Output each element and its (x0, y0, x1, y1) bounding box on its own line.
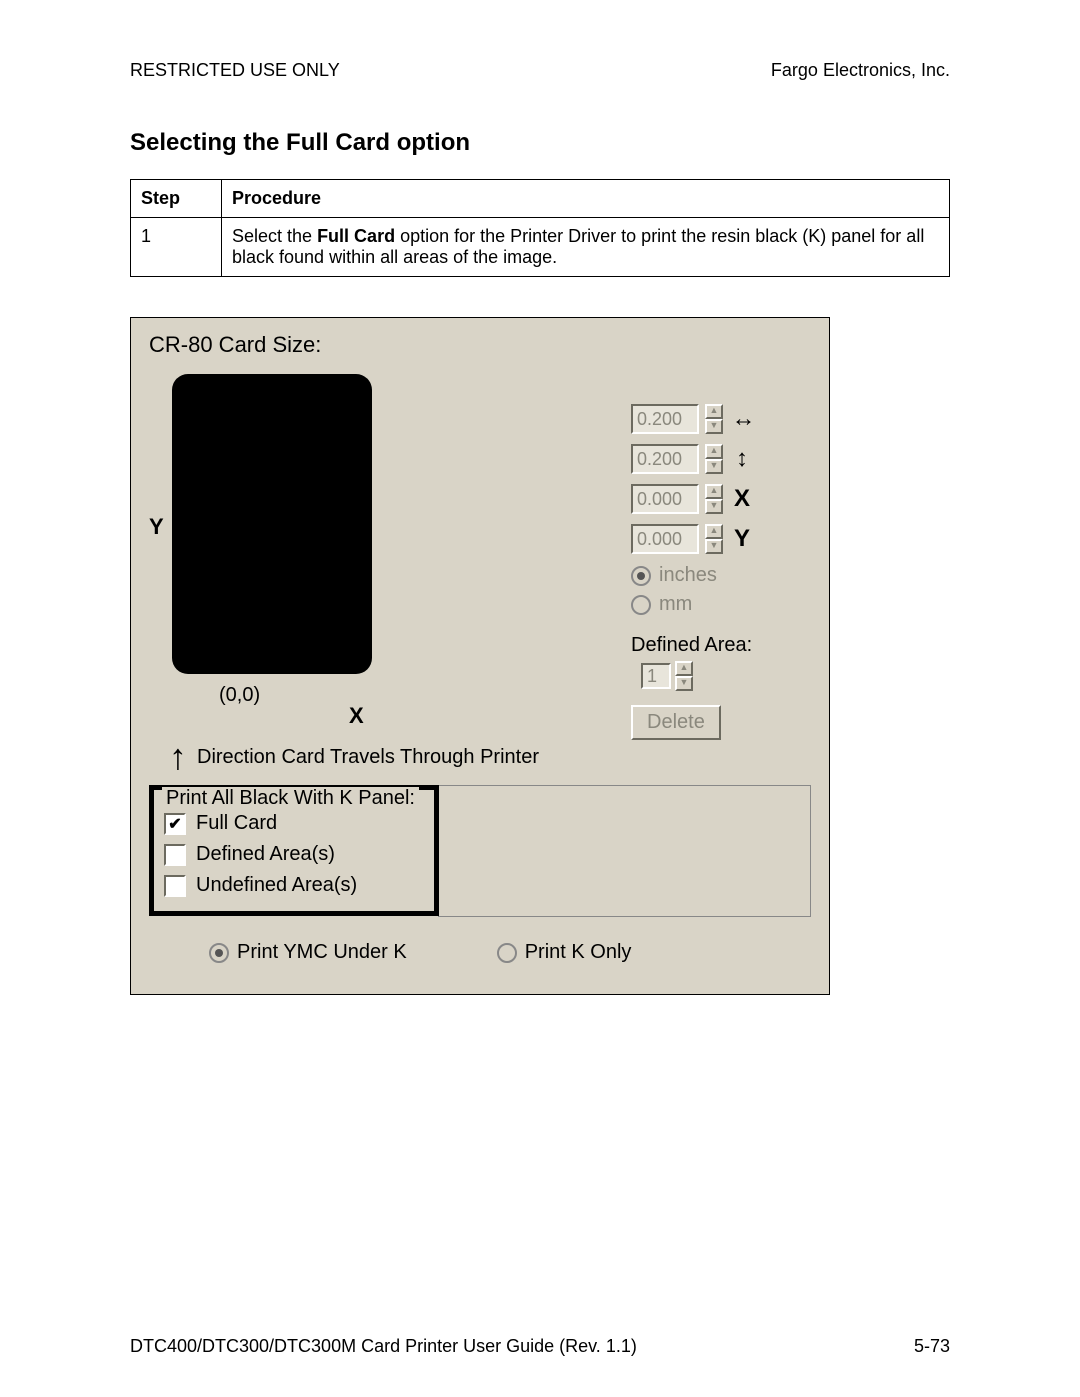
checkbox-undefined-areas[interactable]: Undefined Area(s) (164, 874, 424, 897)
th-step: Step (131, 180, 222, 218)
width-field[interactable]: 0.200 (631, 404, 699, 434)
defined-area-spinner[interactable]: ▲▼ (675, 661, 693, 691)
radio-icon (631, 595, 651, 615)
kpanel-legend: Print All Black With K Panel: (162, 787, 419, 810)
height-spinner[interactable]: ▲▼ (705, 444, 723, 474)
printer-dialog: CR-80 Card Size: Y (0,0) X ↑ Direction C… (130, 317, 830, 995)
defined-area-label: Defined Area: (631, 634, 811, 657)
height-field[interactable]: 0.200 (631, 444, 699, 474)
card-preview-area: Y (0,0) X ↑ Direction Card Travels Throu… (149, 364, 611, 775)
th-procedure: Procedure (222, 180, 950, 218)
units-inches[interactable]: inches (631, 564, 811, 587)
x-spinner[interactable]: ▲▼ (705, 484, 723, 514)
company-label: Fargo Electronics, Inc. (771, 60, 950, 81)
card-preview (172, 374, 372, 674)
checkbox-defined-areas[interactable]: Defined Area(s) (164, 843, 424, 866)
checkbox-full-card[interactable]: ✔ Full Card (164, 812, 424, 835)
radio-print-k-only[interactable]: Print K Only (497, 941, 632, 964)
units-mm[interactable]: mm (631, 593, 811, 616)
x-axis-label: X (349, 703, 611, 729)
section-title: Selecting the Full Card option (130, 129, 950, 157)
checkbox-icon (164, 844, 186, 866)
radio-print-ymc-under-k[interactable]: Print YMC Under K (209, 941, 407, 964)
restricted-label: RESTRICTED USE ONLY (130, 60, 340, 81)
arrow-up-icon: ↑ (169, 739, 187, 775)
footer-guide: DTC400/DTC300/DTC300M Card Printer User … (130, 1336, 637, 1357)
footer-page: 5-73 (914, 1336, 950, 1357)
y-spinner[interactable]: ▲▼ (705, 524, 723, 554)
y-axis-label: Y (149, 514, 164, 540)
dimension-controls: 0.200 ▲▼ ↔ 0.200 ▲▼ ↕ 0.000 ▲▼ X 0.000 ▲… (631, 364, 811, 775)
checkbox-icon: ✔ (164, 813, 186, 835)
radio-icon (631, 566, 651, 586)
procedure-table: Step Procedure 1 Select the Full Card op… (130, 179, 950, 277)
dialog-title: CR-80 Card Size: (149, 332, 811, 358)
height-icon: ↕ (729, 445, 755, 473)
width-icon: ↔ (729, 405, 755, 433)
page-footer: DTC400/DTC300/DTC300M Card Printer User … (130, 1336, 950, 1357)
radio-icon (209, 943, 229, 963)
y-icon: Y (729, 525, 755, 553)
kpanel-group: Print All Black With K Panel: ✔ Full Car… (149, 785, 439, 916)
x-field[interactable]: 0.000 (631, 484, 699, 514)
step-number: 1 (131, 218, 222, 277)
step-procedure: Select the Full Card option for the Prin… (222, 218, 950, 277)
x-icon: X (729, 485, 755, 513)
delete-button[interactable]: Delete (631, 705, 721, 740)
page-header: RESTRICTED USE ONLY Fargo Electronics, I… (130, 60, 950, 81)
width-spinner[interactable]: ▲▼ (705, 404, 723, 434)
radio-icon (497, 943, 517, 963)
direction-label: Direction Card Travels Through Printer (197, 746, 539, 769)
y-field[interactable]: 0.000 (631, 524, 699, 554)
defined-area-field[interactable]: 1 (641, 663, 671, 689)
checkbox-icon (164, 875, 186, 897)
empty-group-box (438, 785, 811, 917)
